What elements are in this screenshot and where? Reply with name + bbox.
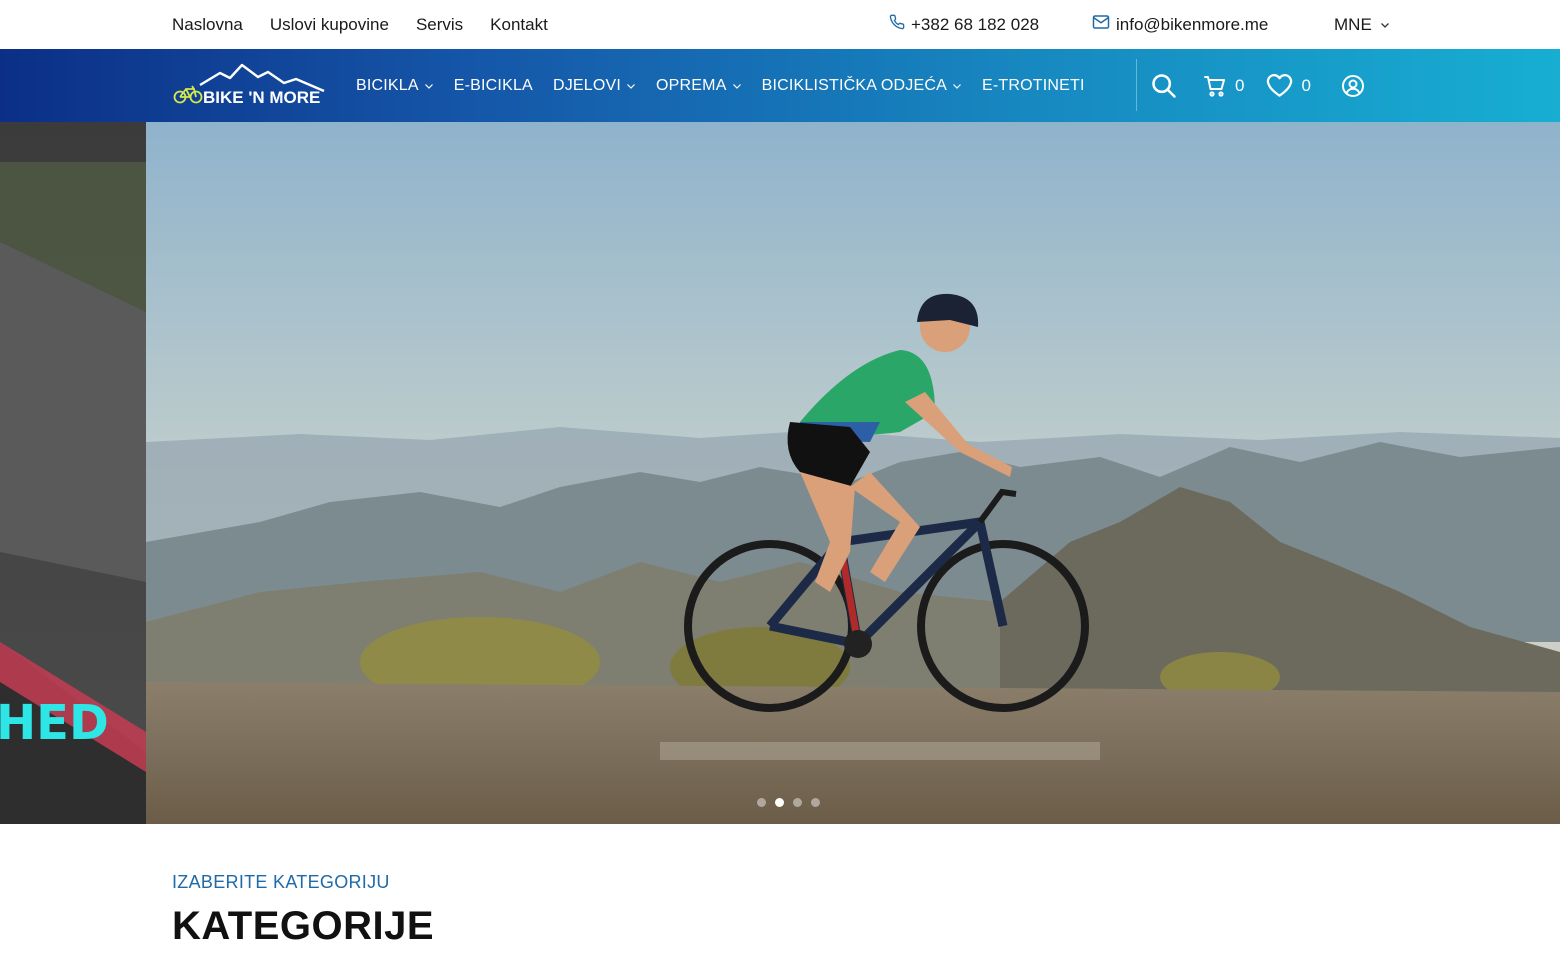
top-bar: Naslovna Uslovi kupovine Servis Kontakt … bbox=[0, 0, 1560, 49]
menu-bicikla[interactable]: BICIKLA bbox=[356, 77, 434, 95]
top-link-servis[interactable]: Servis bbox=[416, 15, 463, 35]
phone-number: +382 68 182 028 bbox=[911, 14, 1040, 34]
email-contact[interactable]: info@bikenmore.me bbox=[1092, 0, 1268, 49]
language-selector[interactable]: MNE bbox=[1334, 0, 1390, 49]
email-address: info@bikenmore.me bbox=[1116, 14, 1269, 34]
slider-dot-active[interactable] bbox=[775, 798, 784, 807]
top-links: Naslovna Uslovi kupovine Servis Kontakt bbox=[172, 0, 548, 49]
slider-dot[interactable] bbox=[793, 798, 802, 807]
language-label: MNE bbox=[1334, 14, 1372, 34]
user-icon bbox=[1341, 74, 1364, 97]
wishlist-button[interactable]: 0 bbox=[1266, 73, 1311, 98]
cart-button[interactable]: 0 bbox=[1203, 74, 1244, 98]
top-link-naslovna[interactable]: Naslovna bbox=[172, 15, 243, 35]
chevron-down-icon bbox=[732, 83, 741, 89]
categories-title: KATEGORIJE bbox=[172, 904, 435, 948]
nav-icons: 0 0 bbox=[1150, 49, 1365, 122]
svg-text:BIKE 'N MORE: BIKE 'N MORE bbox=[203, 88, 320, 107]
phone-contact[interactable]: +382 68 182 028 bbox=[889, 0, 1039, 49]
mail-icon bbox=[1092, 14, 1110, 35]
menu-label: DJELOVI bbox=[552, 76, 622, 94]
menu-biciklisticka-odjeca[interactable]: BICIKLISTIČKA ODJEĆA bbox=[762, 77, 962, 95]
search-button[interactable] bbox=[1150, 72, 1178, 100]
menu-label: BICIKLA bbox=[356, 76, 419, 94]
search-icon bbox=[1152, 73, 1176, 98]
menu-djelovi[interactable]: DJELOVI bbox=[553, 77, 636, 95]
chevron-down-icon bbox=[424, 83, 433, 89]
side-slide-text: HED bbox=[0, 695, 109, 751]
nav-divider bbox=[1136, 59, 1137, 111]
menu-e-trotineti[interactable]: E-TROTINETI bbox=[982, 77, 1085, 95]
account-button[interactable] bbox=[1341, 74, 1365, 98]
chevron-down-icon bbox=[627, 83, 635, 89]
top-link-uslovi-kupovine[interactable]: Uslovi kupovine bbox=[270, 15, 389, 35]
main-menu: BICIKLA E-BICIKLA DJELOVI OPREMA BICIKLI… bbox=[356, 49, 1105, 122]
main-navbar: BIKE 'N MORE BICIKLA E-BICIKLA DJELOVI O… bbox=[0, 49, 1560, 122]
top-link-kontakt[interactable]: Kontakt bbox=[490, 15, 548, 35]
menu-label: E-BICIKLA bbox=[453, 76, 533, 94]
chevron-down-icon bbox=[1380, 15, 1390, 35]
slider-dot[interactable] bbox=[757, 798, 766, 807]
cart-count: 0 bbox=[1235, 75, 1245, 95]
cart-icon bbox=[1204, 75, 1225, 97]
hero-slider[interactable]: HED bbox=[0, 122, 1560, 824]
menu-label: E-TROTINETI bbox=[981, 76, 1085, 94]
phone-icon bbox=[889, 14, 905, 35]
categories-eyebrow: IZABERITE KATEGORIJU bbox=[172, 872, 390, 892]
chevron-down-icon bbox=[953, 83, 961, 89]
slider-dot[interactable] bbox=[811, 798, 820, 807]
menu-label: OPREMA bbox=[656, 76, 727, 94]
bike-logo-icon bbox=[173, 85, 203, 104]
wishlist-count: 0 bbox=[1301, 75, 1311, 95]
menu-oprema[interactable]: OPREMA bbox=[656, 77, 742, 95]
slider-dots bbox=[757, 798, 820, 807]
brand-logo[interactable]: BIKE 'N MORE bbox=[172, 63, 326, 109]
heart-icon bbox=[1267, 74, 1293, 97]
menu-e-bicikla[interactable]: E-BICIKLA bbox=[454, 77, 533, 95]
hero-image: HED bbox=[0, 122, 1560, 824]
menu-label: BICIKLISTIČKA ODJEĆA bbox=[761, 76, 947, 94]
